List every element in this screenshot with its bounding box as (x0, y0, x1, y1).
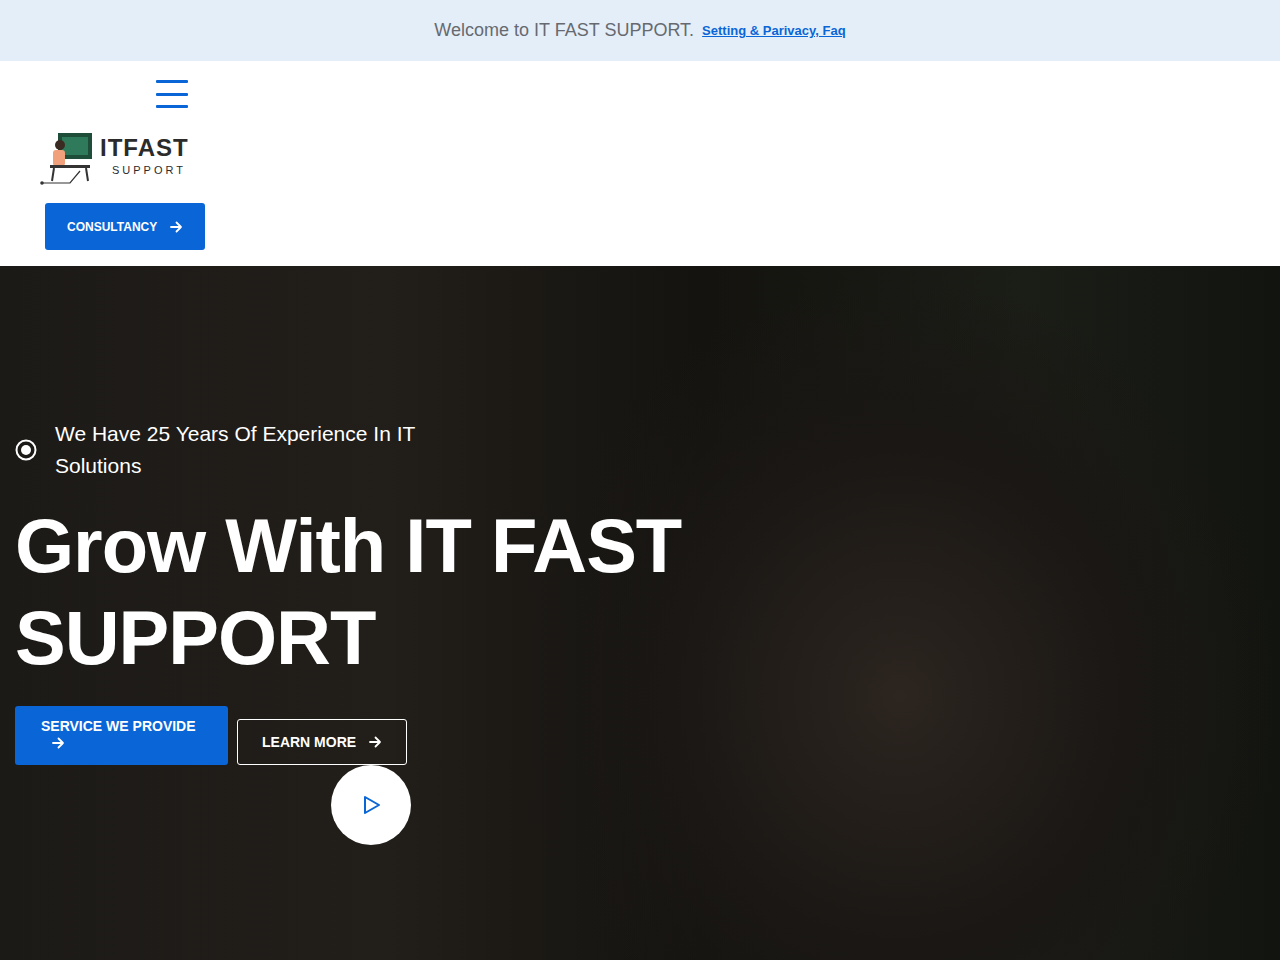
hero-buttons: SERVICE WE PROVIDE LEARN MORE (15, 706, 1280, 765)
button-label: LEARN MORE (262, 734, 356, 750)
top-bar: Welcome to IT FAST SUPPORT. Setting & Par… (0, 0, 1280, 61)
play-icon (360, 794, 382, 816)
privacy-link[interactable]: Setting & Parivacy, Faq (702, 23, 846, 38)
tagline-text: We Have 25 Years Of Experience In IT Sol… (55, 418, 455, 482)
learn-more-button[interactable]: LEARN MORE (237, 719, 407, 765)
site-logo[interactable]: ITFAST SUPPORT (40, 127, 1280, 185)
button-label: SERVICE WE PROVIDE (41, 718, 196, 734)
play-button[interactable] (331, 765, 411, 845)
welcome-text: Welcome to IT FAST SUPPORT. (434, 20, 694, 41)
arrow-right-icon (368, 735, 382, 749)
logo-title: ITFAST (100, 136, 189, 160)
services-button[interactable]: SERVICE WE PROVIDE (15, 706, 228, 765)
tagline: We Have 25 Years Of Experience In IT Sol… (15, 418, 1280, 482)
logo-figure-icon (40, 127, 96, 185)
menu-icon[interactable] (156, 80, 188, 108)
target-icon (15, 439, 37, 461)
arrow-right-icon (51, 736, 65, 750)
arrow-right-icon (169, 220, 183, 234)
hero-section: We Have 25 Years Of Experience In IT Sol… (0, 266, 1280, 960)
hero-heading: Grow With IT FAST SUPPORT (15, 500, 775, 684)
logo-text: ITFAST SUPPORT (100, 136, 189, 176)
logo-subtitle: SUPPORT (112, 165, 189, 176)
site-header: ITFAST SUPPORT CONSULTANCY (0, 61, 1280, 266)
consultancy-label: CONSULTANCY (67, 220, 157, 234)
consultancy-button[interactable]: CONSULTANCY (45, 203, 205, 250)
